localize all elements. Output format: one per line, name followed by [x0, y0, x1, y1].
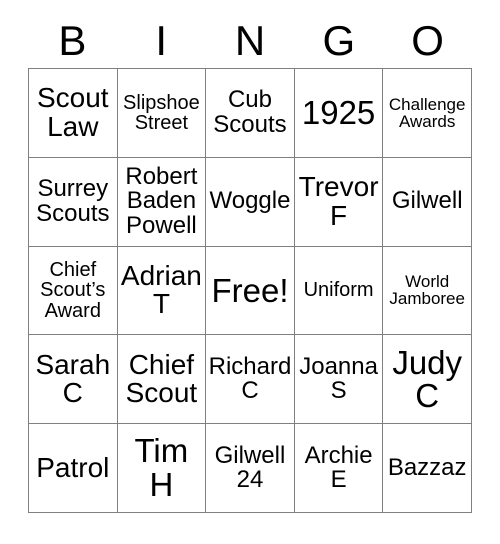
- bingo-cell-label: Tim H: [134, 432, 189, 504]
- bingo-cell-g5[interactable]: Archie E: [294, 424, 384, 513]
- bingo-cell-free-space[interactable]: Free!: [206, 246, 295, 336]
- bingo-cell-label: Gilwell 24: [214, 441, 286, 494]
- bingo-cell-label: Bazzaz: [387, 453, 467, 481]
- bingo-cell-label: Slipshoe Street: [123, 91, 200, 134]
- bingo-cell-label: Uniform: [303, 279, 374, 302]
- bingo-header-row: B I N G O: [28, 14, 472, 68]
- bingo-cell-label: Robert Baden Powell: [125, 162, 198, 239]
- bingo-cell-o2[interactable]: Gilwell: [383, 157, 472, 247]
- bingo-cell-label: Joanna S: [299, 352, 378, 405]
- bingo-cell-label: Judy C: [392, 343, 463, 415]
- bingo-cell-b2[interactable]: Surrey Scouts: [29, 157, 118, 247]
- bingo-cell-n2[interactable]: Woggle: [206, 157, 295, 247]
- bingo-cell-i1[interactable]: Slipshoe Street: [117, 69, 207, 158]
- bingo-cell-g3[interactable]: Uniform: [294, 246, 384, 336]
- bingo-cell-b5[interactable]: Patrol: [29, 424, 118, 513]
- bingo-cell-label: Scout Law: [36, 82, 109, 142]
- bingo-cell-b4[interactable]: Sarah C: [29, 335, 118, 425]
- bingo-cell-label: Chief Scout’s Award: [40, 258, 106, 322]
- bingo-cell-label: Gilwell: [391, 187, 463, 215]
- bingo-header-letter-o: O: [411, 17, 444, 64]
- bingo-cell-label: Chief Scout: [125, 348, 198, 409]
- bingo-cell-label: Adrian T: [120, 259, 202, 320]
- bingo-cell-label: Surrey Scouts: [36, 175, 110, 227]
- bingo-header-letter-g: G: [322, 17, 356, 64]
- bingo-cell-o1[interactable]: Challenge Awards: [383, 69, 472, 158]
- bingo-cell-g2[interactable]: Trevor F: [294, 157, 384, 247]
- bingo-cell-i4[interactable]: Chief Scout: [117, 335, 207, 425]
- bingo-header-letter-b: B: [58, 17, 87, 64]
- bingo-cell-i5[interactable]: Tim H: [117, 424, 207, 513]
- bingo-card: B I N G O Scout Law Slipshoe Street Cub …: [0, 0, 500, 544]
- bingo-cell-n5[interactable]: Gilwell 24: [206, 424, 295, 513]
- bingo-cell-n1[interactable]: Cub Scouts: [206, 69, 295, 158]
- bingo-cell-label: Sarah C: [35, 348, 111, 409]
- bingo-cell-n4[interactable]: Richard C: [206, 335, 295, 425]
- bingo-grid: Scout Law Slipshoe Street Cub Scouts 192…: [28, 68, 472, 513]
- bingo-cell-o4[interactable]: Judy C: [383, 335, 472, 425]
- bingo-cell-b1[interactable]: Scout Law: [29, 69, 118, 158]
- bingo-cell-g4[interactable]: Joanna S: [294, 335, 384, 425]
- bingo-header-letter-n: N: [234, 17, 266, 64]
- bingo-cell-label: Cub Scouts: [213, 86, 287, 138]
- bingo-cell-label: World Jamboree: [389, 272, 465, 309]
- bingo-cell-g1[interactable]: 1925: [294, 69, 384, 158]
- bingo-cell-o3[interactable]: World Jamboree: [383, 246, 472, 336]
- bingo-cell-o5[interactable]: Bazzaz: [383, 424, 472, 513]
- bingo-cell-label: Trevor F: [298, 171, 379, 231]
- bingo-cell-label: Archie E: [304, 441, 373, 494]
- bingo-cell-label: Woggle: [209, 187, 291, 215]
- bingo-cell-label: Free!: [211, 271, 289, 309]
- bingo-cell-label: Challenge Awards: [388, 94, 466, 131]
- bingo-cell-b3[interactable]: Chief Scout’s Award: [29, 246, 118, 336]
- bingo-cell-label: Patrol: [36, 451, 110, 483]
- bingo-cell-label: Richard C: [208, 352, 292, 405]
- bingo-header-letter-i: I: [155, 17, 168, 64]
- bingo-cell-i2[interactable]: Robert Baden Powell: [117, 157, 207, 247]
- bingo-cell-i3[interactable]: Adrian T: [117, 246, 207, 336]
- bingo-cell-label: 1925: [301, 94, 376, 132]
